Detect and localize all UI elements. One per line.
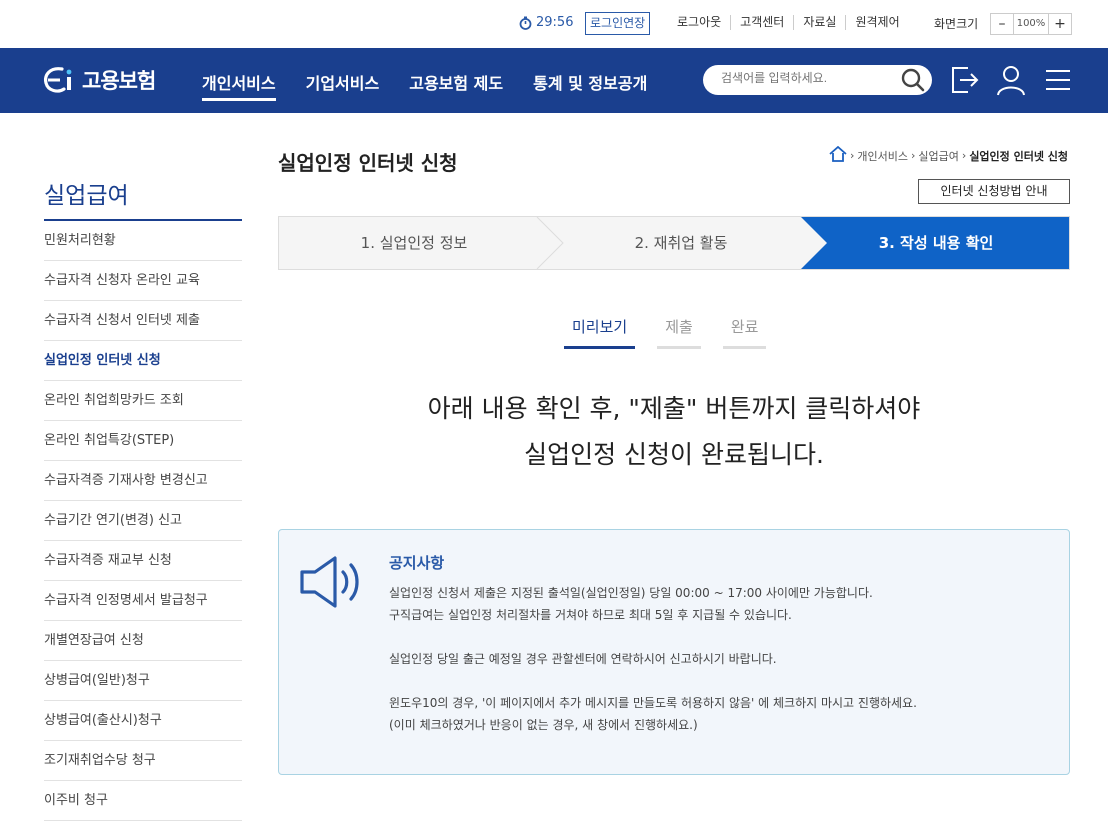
notice-title: 공지사항: [389, 554, 445, 572]
step-3-active: 3. 작성 내용 확인: [801, 217, 1069, 269]
logo-mark-icon: [42, 65, 78, 95]
notice-line: 실업인정 신청서 제출은 지정된 출석일(실업인정일) 당일 00:00 ~ 1…: [389, 586, 873, 600]
customer-center-link[interactable]: 고객센터: [730, 15, 793, 30]
instruction-line: 아래 내용 확인 후, "제출" 버튼까지 클릭하셔야: [427, 394, 921, 423]
breadcrumb-current: 실업인정 인터넷 신청: [969, 149, 1069, 163]
notice-box: 공지사항 실업인정 신청서 제출은 지정된 출석일(실업인정일) 당일 00:0…: [278, 529, 1070, 775]
sidebar-title: 실업급여: [44, 176, 242, 221]
breadcrumb: › 개인서비스 › 실업급여 › 실업인정 인터넷 신청: [829, 145, 1069, 165]
sidebar-item-period-extension[interactable]: 수급기간 연기(변경) 신고: [44, 501, 242, 541]
sidebar-list: 민원처리현황 수급자격 신청자 온라인 교육 수급자격 신청서 인터넷 제출 실…: [44, 221, 242, 821]
sidebar-item-step-lecture[interactable]: 온라인 취업특강(STEP): [44, 421, 242, 461]
zoom-in-button[interactable]: +: [1049, 14, 1071, 34]
user-icon[interactable]: [996, 64, 1026, 100]
menu-icon[interactable]: [1045, 64, 1071, 100]
menu-personal-service[interactable]: 개인서비스: [202, 70, 276, 101]
search-icon[interactable]: [900, 68, 926, 96]
tab-submit[interactable]: 제출: [657, 316, 701, 349]
menu-statistics[interactable]: 통계 및 정보공개: [533, 70, 647, 101]
instruction-message: 아래 내용 확인 후, "제출" 버튼까지 클릭하셔야 실업인정 신청이 완료됩…: [278, 386, 1070, 478]
apply-guide-button[interactable]: 인터넷 신청방법 안내: [918, 179, 1070, 204]
step-2: 2. 재취업 활동: [634, 234, 728, 252]
search-input[interactable]: [721, 71, 891, 85]
remote-control-link[interactable]: 원격제어: [845, 15, 908, 30]
chevron-right-icon: ›: [911, 149, 916, 162]
search-box: [703, 65, 932, 95]
tab-complete[interactable]: 완료: [722, 316, 767, 349]
logo-text: 고용보험: [82, 69, 156, 93]
sidebar-item-job-card[interactable]: 온라인 취업희망카드 조회: [44, 381, 242, 421]
notice-line: 윈도우10의 경우, '이 페이지에서 추가 메시지를 만들도록 허용하지 않음…: [389, 696, 917, 710]
speaker-icon: [299, 554, 363, 614]
logout-icon[interactable]: [950, 64, 980, 100]
menu-insurance-system[interactable]: 고용보험 제도: [409, 70, 503, 101]
step-arrow-notch: [801, 217, 827, 269]
sidebar-item-status[interactable]: 민원처리현황: [44, 221, 242, 261]
chevron-right-icon: ›: [850, 149, 855, 162]
sidebar-item-sickness-general[interactable]: 상병급여(일반)청구: [44, 661, 242, 701]
stopwatch-icon: [519, 16, 532, 30]
step-1: 1. 실업인정 정보: [360, 234, 468, 252]
main-header: 고용보험 개인서비스 기업서비스 고용보험 제도 통계 및 정보공개: [0, 48, 1108, 113]
logout-link[interactable]: 로그아웃: [668, 15, 730, 30]
tab-preview[interactable]: 미리보기: [564, 316, 636, 349]
breadcrumb-item[interactable]: 실업급여: [918, 148, 958, 164]
chevron-right-icon: ›: [961, 149, 967, 162]
main-menu: 개인서비스 기업서비스 고용보험 제도 통계 및 정보공개: [202, 70, 647, 101]
sidebar-item-extended-benefit[interactable]: 개별연장급여 신청: [44, 621, 242, 661]
page-title: 실업인정 인터넷 신청: [278, 151, 458, 175]
submission-tabs: 미리보기 제출 완료: [564, 316, 767, 349]
menu-corporate-service[interactable]: 기업서비스: [306, 70, 380, 101]
notice-line: [389, 626, 917, 648]
zoom-value: 100%: [1013, 14, 1049, 34]
sidebar-item-relocation[interactable]: 이주비 청구: [44, 781, 242, 821]
notice-line: 구직급여는 실업인정 처리절차를 거쳐야 하므로 최대 5일 후 지급될 수 있…: [389, 608, 792, 622]
sidebar-item-change-report[interactable]: 수급자격증 기재사항 변경신고: [44, 461, 242, 501]
sidebar-item-unemployment-recognition[interactable]: 실업인정 인터넷 신청: [44, 341, 242, 381]
site-logo[interactable]: 고용보험: [42, 65, 156, 95]
sidebar: 실업급여 민원처리현황 수급자격 신청자 온라인 교육 수급자격 신청서 인터넷…: [44, 176, 242, 821]
resources-link[interactable]: 자료실: [793, 15, 845, 30]
sidebar-item-reissue[interactable]: 수급자격증 재교부 신청: [44, 541, 242, 581]
utility-bar: 29:56 로그인연장 로그아웃 고객센터 자료실 원격제어 화면크기 – 10…: [0, 0, 1108, 48]
zoom-label: 화면크기: [934, 17, 979, 31]
login-extend-button[interactable]: 로그인연장: [585, 12, 651, 35]
notice-line: 실업인정 당일 출근 예정일 경우 관할센터에 연락하시어 신고하시기 바랍니다…: [389, 652, 777, 666]
home-icon[interactable]: [829, 145, 847, 165]
sidebar-item-sickness-childbirth[interactable]: 상병급여(출산시)청구: [44, 701, 242, 741]
session-timer: 29:56: [519, 15, 573, 30]
notice-line: (이미 체크하였거나 반응이 없는 경우, 새 창에서 진행하세요.): [389, 718, 698, 732]
sidebar-item-early-reemployment[interactable]: 조기재취업수당 청구: [44, 741, 242, 781]
sidebar-item-online-education[interactable]: 수급자격 신청자 온라인 교육: [44, 261, 242, 301]
zoom-out-button[interactable]: –: [991, 14, 1013, 34]
sidebar-item-certificate[interactable]: 수급자격 인정명세서 발급청구: [44, 581, 242, 621]
notice-line: [389, 670, 917, 692]
instruction-line: 실업인정 신청이 완료됩니다.: [524, 440, 824, 469]
zoom-control: – 100% +: [990, 13, 1072, 35]
utility-links: 로그아웃 고객센터 자료실 원격제어: [668, 15, 909, 30]
breadcrumb-item[interactable]: 개인서비스: [857, 148, 908, 164]
timer-value: 29:56: [536, 15, 574, 30]
notice-body: 실업인정 신청서 제출은 지정된 출석일(실업인정일) 당일 00:00 ~ 1…: [389, 582, 917, 736]
progress-steps: 1. 실업인정 정보 2. 재취업 활동 3. 작성 내용 확인: [278, 216, 1070, 270]
sidebar-item-application-submit[interactable]: 수급자격 신청서 인터넷 제출: [44, 301, 242, 341]
